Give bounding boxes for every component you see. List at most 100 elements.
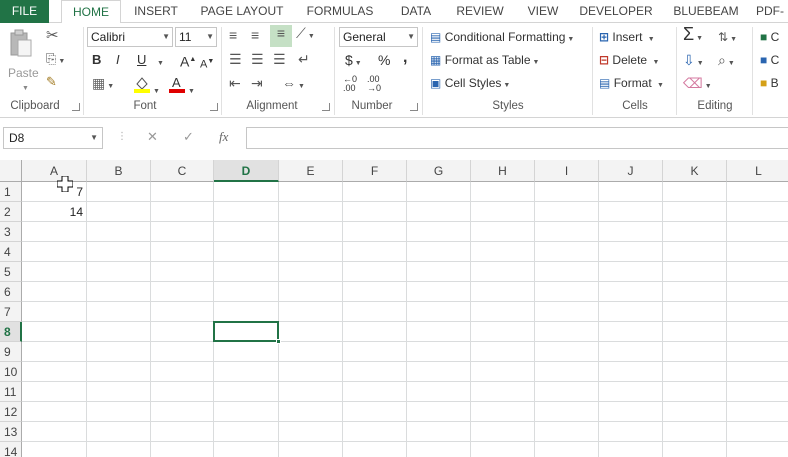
increase-decimal-button[interactable]: ←0.00 [343, 75, 357, 93]
row-header-2[interactable]: 2 [0, 202, 22, 222]
overflow-item-3[interactable]: ■ B [760, 75, 779, 91]
paste-dropdown-icon[interactable]: ▼ [22, 81, 29, 97]
fill-handle[interactable] [276, 339, 281, 344]
cell-styles-button[interactable]: ▣ Cell Styles ▼ [430, 75, 510, 94]
tab-review[interactable]: REVIEW [448, 0, 512, 23]
font-name-select[interactable]: Calibri ▼ [87, 27, 173, 47]
gridline [470, 182, 471, 457]
shrink-font-button[interactable]: A▼ [200, 54, 214, 73]
paste-button[interactable] [8, 29, 38, 69]
tab-bluebeam[interactable]: BLUEBEAM [664, 0, 748, 23]
row-header-9[interactable]: 9 [0, 342, 22, 362]
cut-icon[interactable]: ✂ [46, 28, 59, 44]
align-top-icon[interactable]: ≡ [229, 27, 237, 43]
cell-a2[interactable]: 14 [22, 202, 86, 222]
delete-cells-button[interactable]: ⊟ Delete ▼ [599, 52, 659, 71]
name-box[interactable]: D8 ▼ [3, 127, 103, 149]
align-right-icon[interactable]: ☰ [273, 51, 286, 67]
column-header-j[interactable]: J [599, 160, 663, 182]
row-header-10[interactable]: 10 [0, 362, 22, 382]
worksheet-grid[interactable]: A B C D E F G H I J K L 1 2 3 4 5 6 7 8 9 10 11 12 13 14 7 14 [0, 160, 788, 457]
overflow-item-1[interactable]: ■ C [760, 29, 779, 45]
cell-a1[interactable]: 7 [22, 182, 86, 202]
tab-view[interactable]: VIEW [516, 0, 570, 23]
borders-icon[interactable]: ▦ ▼ [92, 75, 114, 95]
row-header-4[interactable]: 4 [0, 242, 22, 262]
clear-icon[interactable]: ⌫ ▼ [683, 75, 712, 95]
fill-color-button[interactable]: ▼ [133, 75, 160, 100]
font-size-select[interactable]: 11 ▼ [175, 27, 217, 47]
underline-dropdown-icon[interactable]: ▼ [155, 53, 164, 72]
conditional-formatting-button[interactable]: ▤ Conditional Formatting ▼ [430, 29, 574, 48]
font-color-button[interactable]: A ▼ [168, 75, 195, 100]
tab-developer[interactable]: DEVELOPER [574, 0, 658, 23]
sort-filter-icon[interactable]: ⇅ ▼ [718, 29, 737, 48]
cancel-icon[interactable]: ✕ [147, 129, 158, 145]
decrease-indent-icon[interactable]: ⇤ [229, 75, 241, 91]
tab-insert[interactable]: INSERT [124, 0, 188, 23]
row-header-8[interactable]: 8 [0, 322, 22, 342]
font-launcher-icon[interactable] [210, 103, 218, 111]
column-header-f[interactable]: F [343, 160, 407, 182]
column-header-l[interactable]: L [727, 160, 788, 182]
column-header-h[interactable]: H [471, 160, 535, 182]
format-as-table-button[interactable]: ▦ Format as Table ▼ [430, 52, 539, 71]
column-header-e[interactable]: E [279, 160, 343, 182]
alignment-launcher-icon[interactable] [322, 103, 330, 111]
increase-indent-icon[interactable]: ⇥ [251, 75, 263, 91]
column-header-k[interactable]: K [663, 160, 727, 182]
overflow-item-2[interactable]: ■ C [760, 52, 779, 68]
align-center-icon[interactable]: ☰ [251, 51, 264, 67]
row-header-11[interactable]: 11 [0, 382, 22, 402]
number-format-select[interactable]: General ▼ [339, 27, 418, 47]
format-cells-button[interactable]: ▤ Format ▼ [599, 75, 664, 94]
align-bottom-icon[interactable]: ≡ [270, 25, 292, 47]
row-header-1[interactable]: 1 [0, 182, 22, 202]
row-header-12[interactable]: 12 [0, 402, 22, 422]
currency-button[interactable]: $ ▼ [345, 52, 362, 72]
align-middle-icon[interactable]: ≡ [251, 27, 259, 43]
tab-formulas[interactable]: FORMULAS [297, 0, 383, 23]
column-header-c[interactable]: C [151, 160, 214, 182]
insert-function-icon[interactable]: fx [219, 129, 228, 145]
row-header-5[interactable]: 5 [0, 262, 22, 282]
tab-home[interactable]: HOME [61, 0, 121, 24]
autosum-button[interactable]: Σ ▼ [683, 25, 703, 47]
percent-button[interactable]: % [378, 52, 390, 68]
row-header-14[interactable]: 14 [0, 442, 22, 457]
grow-font-button[interactable]: A▲ [180, 52, 196, 70]
column-header-a[interactable]: A [22, 160, 87, 182]
column-header-i[interactable]: I [535, 160, 599, 182]
align-left-icon[interactable]: ☰ [229, 51, 242, 67]
row-header-13[interactable]: 13 [0, 422, 22, 442]
formula-input[interactable] [246, 127, 788, 149]
column-header-g[interactable]: G [407, 160, 471, 182]
format-painter-icon[interactable]: ✎ [46, 74, 57, 90]
insert-cells-button[interactable]: ⊞ Insert ▼ [599, 29, 655, 48]
tab-file[interactable]: FILE [0, 0, 49, 23]
column-header-d[interactable]: D [214, 160, 279, 182]
comma-button[interactable]: , [403, 50, 407, 66]
active-cell[interactable] [213, 321, 279, 342]
select-all-corner[interactable] [0, 160, 22, 182]
clipboard-launcher-icon[interactable] [72, 103, 80, 111]
underline-button[interactable]: U [137, 52, 146, 68]
row-header-3[interactable]: 3 [0, 222, 22, 242]
tab-pdf[interactable]: PDF- [756, 0, 788, 23]
row-header-7[interactable]: 7 [0, 302, 22, 322]
number-launcher-icon[interactable] [410, 103, 418, 111]
bold-button[interactable]: B [92, 52, 101, 68]
italic-button[interactable]: I [116, 52, 120, 68]
decrease-decimal-button[interactable]: .00 →0 [367, 75, 381, 93]
column-header-b[interactable]: B [87, 160, 151, 182]
orientation-icon[interactable]: ⟋ ▼ [296, 25, 315, 45]
find-select-icon[interactable]: ⌕ ▼ [718, 52, 735, 72]
copy-icon[interactable]: ⎘ ▼ [46, 51, 65, 70]
row-header-6[interactable]: 6 [0, 282, 22, 302]
fill-icon[interactable]: ⇩ ▼ [683, 52, 704, 72]
tab-page-layout[interactable]: PAGE LAYOUT [192, 0, 292, 23]
wrap-text-icon[interactable]: ↵ [298, 51, 310, 67]
merge-center-icon[interactable]: ⇔ ▼ [282, 75, 305, 95]
tab-data[interactable]: DATA [388, 0, 444, 23]
enter-icon[interactable]: ✓ [183, 129, 194, 145]
